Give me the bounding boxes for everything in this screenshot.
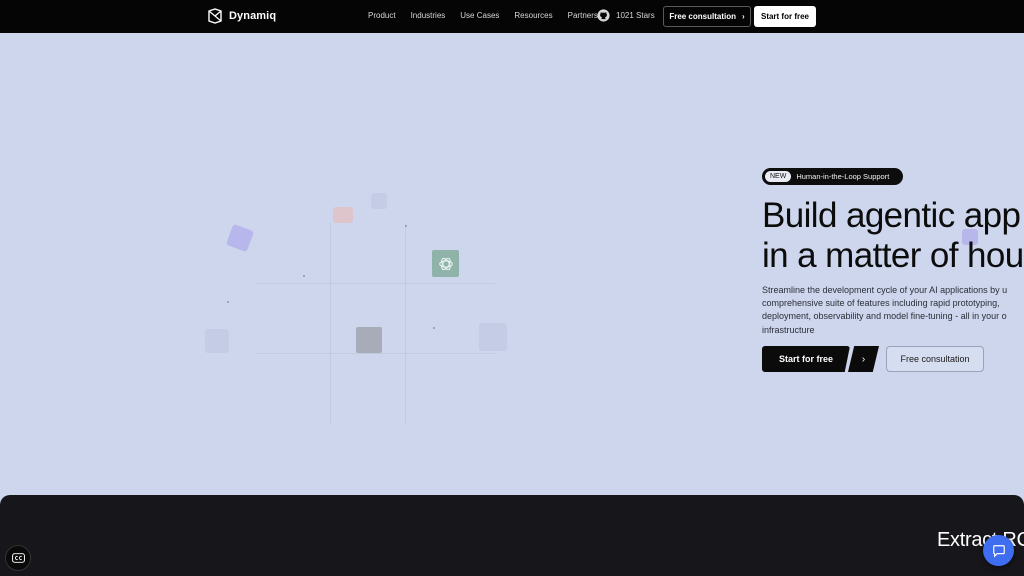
hero-start-button[interactable]: Start for free — [762, 346, 850, 372]
nav-link-industries[interactable]: Industries — [411, 11, 446, 20]
github-stars-link[interactable]: 1021 Stars — [597, 9, 655, 22]
description-line-2: comprehensive suite of features includin… — [762, 298, 1000, 309]
description-line-3: deployment, observability and model fine… — [762, 311, 1007, 322]
nav-start-button[interactable]: Start for free — [754, 6, 816, 27]
openai-tile — [432, 250, 459, 277]
headline-line-1: Build agentic app — [762, 196, 1021, 235]
announcement-badge[interactable]: NEW Human-in-the-Loop Support — [762, 168, 903, 185]
top-navbar: Dynamiq Product Industries Use Cases Res… — [0, 0, 1024, 33]
graph-node — [227, 301, 229, 303]
chevron-right-icon: › — [742, 12, 745, 21]
nav-link-product[interactable]: Product — [368, 11, 396, 20]
grid-line — [255, 353, 495, 354]
service-logo-tile — [356, 327, 382, 353]
brand-name: Dynamiq — [229, 10, 277, 22]
nav-link-partners[interactable]: Partners — [568, 11, 598, 20]
nav-consultation-button[interactable]: Free consultation › — [663, 6, 751, 27]
chat-bubble-icon — [992, 544, 1005, 558]
nav-links: Product Industries Use Cases Resources P… — [368, 11, 613, 20]
chevron-right-icon: › — [861, 353, 866, 365]
closed-captions-icon — [11, 553, 25, 563]
nav-link-use-cases[interactable]: Use Cases — [460, 11, 499, 20]
service-logo-tile — [205, 329, 229, 353]
service-logo-tile — [225, 223, 255, 253]
service-logo-tile — [333, 207, 353, 223]
nav-link-resources[interactable]: Resources — [514, 11, 552, 20]
service-logo-tile — [479, 323, 507, 351]
grid-line — [330, 223, 331, 423]
github-stars-count: 1021 Stars — [616, 11, 655, 20]
captions-toggle-button[interactable] — [5, 545, 31, 571]
headline-line-2: in a matter of hou — [762, 236, 1024, 275]
features-section: Extract RC — [0, 495, 1024, 576]
service-logo-tile — [371, 193, 387, 209]
openai-icon — [438, 257, 453, 270]
brand-logo[interactable]: Dynamiq — [207, 8, 276, 24]
graph-node — [303, 275, 305, 277]
graph-node — [405, 225, 407, 227]
description-line-4: infrastructure — [762, 324, 815, 335]
description-line-1: Streamline the development cycle of your… — [762, 285, 1008, 295]
grid-line — [255, 283, 495, 284]
github-icon — [597, 9, 610, 22]
dynamiq-cube-icon — [208, 8, 222, 24]
integrations-graphic — [195, 183, 525, 423]
hero-consultation-button[interactable]: Free consultation — [886, 346, 984, 372]
grid-line — [405, 223, 406, 423]
hero-headline: Build agentic app in a matter of hou — [762, 196, 1024, 276]
nav-consultation-label: Free consultation — [669, 12, 736, 21]
hero-description: Streamline the development cycle of your… — [762, 284, 1024, 340]
announcement-text: Human-in-the-Loop Support — [796, 172, 890, 181]
chat-widget-button[interactable] — [983, 535, 1014, 566]
graph-node — [433, 327, 435, 329]
new-tag: NEW — [765, 171, 792, 182]
